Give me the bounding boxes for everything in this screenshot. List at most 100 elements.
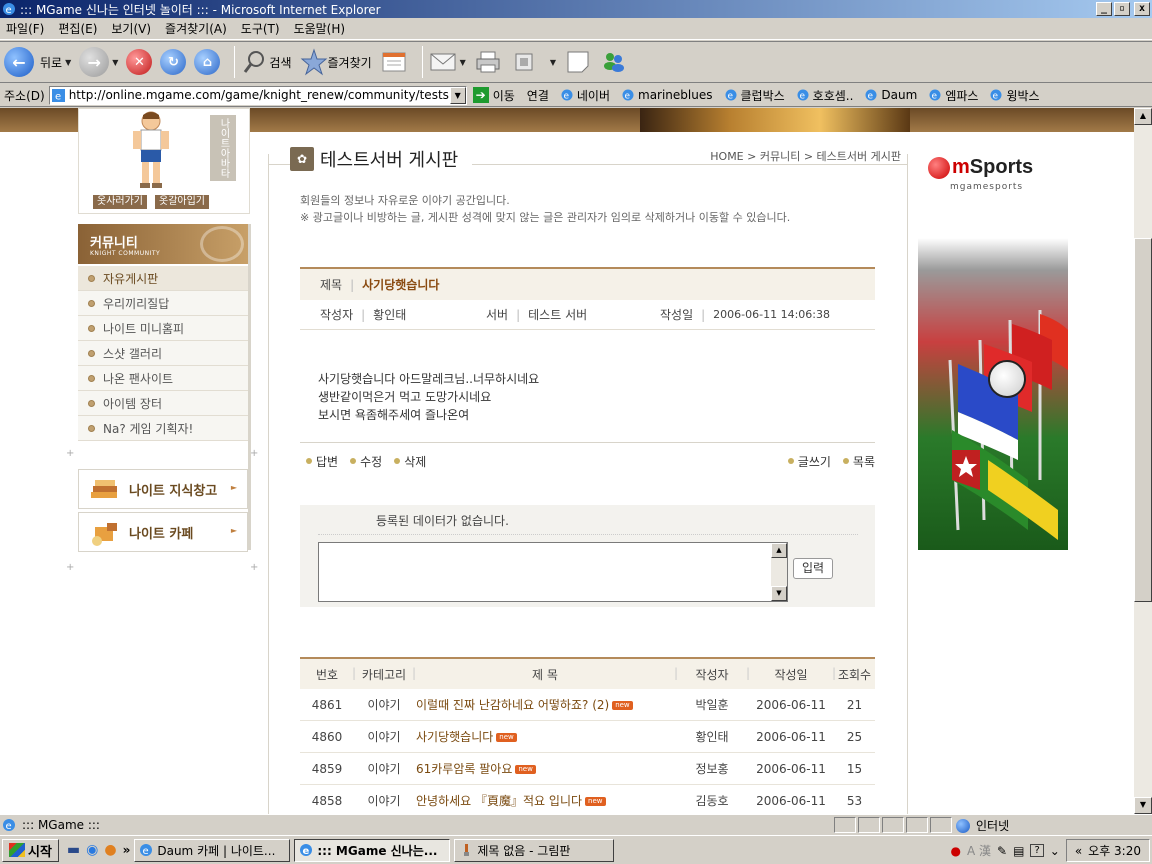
- media-quicklaunch-icon[interactable]: ●: [104, 842, 116, 858]
- options-icon[interactable]: ⌄: [1050, 844, 1060, 858]
- back-button[interactable]: ← 뒤로 ▼: [4, 47, 71, 77]
- comment-scrollbar[interactable]: ▲ ▼: [771, 543, 787, 601]
- msports-ad-banner[interactable]: mSports mgamesports: [918, 150, 1068, 550]
- keyboard-icon[interactable]: ▤: [1013, 844, 1024, 858]
- scroll-up-icon[interactable]: ▲: [771, 543, 787, 558]
- menu-edit[interactable]: 편집(E): [58, 20, 97, 37]
- reply-button[interactable]: 답변: [306, 453, 338, 470]
- link-item[interactable]: e 호호셈..: [797, 87, 853, 104]
- clock[interactable]: 오후 3:20: [1088, 842, 1141, 859]
- address-bar: 주소(D) e http://online.mgame.com/game/kni…: [0, 84, 1152, 107]
- svg-text:e: e: [6, 821, 12, 832]
- avatar-side-tab[interactable]: 나이트아바타: [210, 115, 236, 181]
- close-button[interactable]: x: [1134, 2, 1150, 16]
- stop-button[interactable]: ✕: [126, 49, 153, 75]
- taskbar-item-paint[interactable]: 제목 없음 - 그림판: [454, 838, 615, 862]
- menu-view[interactable]: 보기(V): [111, 20, 151, 37]
- author-value: 황인태: [373, 308, 407, 322]
- sidebar-item-minihome[interactable]: 나이트 미니홈피: [78, 316, 248, 341]
- change-clothes-button[interactable]: 옷갈아입기: [155, 195, 209, 209]
- scroll-up-icon[interactable]: ▲: [1134, 108, 1152, 125]
- sidebar-item-qna[interactable]: 우리끼리질답: [78, 291, 248, 316]
- write-button[interactable]: 글쓰기: [787, 453, 831, 470]
- quick-launch: ▬ ◉ ● »: [67, 842, 130, 858]
- show-desktop-icon[interactable]: ▬: [67, 842, 80, 858]
- scroll-down-icon[interactable]: ▼: [1134, 797, 1152, 814]
- buy-clothes-button[interactable]: 옷사러가기: [93, 195, 147, 209]
- link-item[interactable]: e marineblues: [622, 88, 713, 102]
- link-item[interactable]: e 윙박스: [990, 87, 1040, 104]
- link-item[interactable]: e 엠파스: [929, 87, 978, 104]
- ime-indicator[interactable]: A 漢: [967, 842, 991, 859]
- comment-textarea[interactable]: ▲ ▼: [318, 542, 788, 602]
- more-chevron-icon[interactable]: »: [123, 843, 131, 857]
- messenger-button[interactable]: [600, 49, 628, 75]
- cafe-banner[interactable]: 나이트 카페 ►: [78, 512, 248, 552]
- search-button[interactable]: 검색: [241, 49, 292, 75]
- menu-favorites[interactable]: 즐겨찾기(A): [165, 20, 227, 37]
- menu-file[interactable]: 파일(F): [6, 20, 44, 37]
- svg-text:e: e: [932, 92, 938, 102]
- expand-tray-icon[interactable]: «: [1075, 844, 1082, 858]
- link-item[interactable]: e 네이버: [561, 87, 610, 104]
- taskbar-item-daum[interactable]: e Daum 카페 | 나이트...: [134, 838, 291, 862]
- mail-button[interactable]: ▼: [429, 49, 466, 75]
- comment-submit-button[interactable]: 입력: [793, 558, 833, 579]
- edit-post-button[interactable]: 수정: [350, 453, 382, 470]
- cell-subject[interactable]: 이럴때 진짜 난감하네요 어떻하죠? (2) new: [414, 696, 676, 713]
- delete-post-button[interactable]: 삭제: [394, 453, 426, 470]
- back-dropdown-icon[interactable]: ▼: [65, 58, 71, 67]
- svg-text:e: e: [868, 92, 874, 102]
- ie-quicklaunch-icon[interactable]: ◉: [86, 842, 98, 858]
- favorites-button[interactable]: 즐겨찾기: [300, 48, 372, 76]
- forward-dropdown-icon[interactable]: ▼: [112, 58, 118, 67]
- table-row[interactable]: 4858 이야기 안녕하세요 『頁魔』적요 입니다 new 김동호 2006-06…: [300, 785, 875, 814]
- edit-dropdown-icon[interactable]: ▼: [550, 58, 556, 67]
- sidebar-item-free-board[interactable]: 자유게시판: [78, 266, 248, 291]
- start-button[interactable]: 시작: [2, 838, 59, 862]
- link-item[interactable]: e Daum: [865, 88, 917, 102]
- minimize-button[interactable]: _: [1096, 2, 1112, 16]
- mail-dropdown-icon[interactable]: ▼: [460, 58, 466, 67]
- table-row[interactable]: 4861 이야기 이럴때 진짜 난감하네요 어떻하죠? (2) new 박일훈 2…: [300, 689, 875, 721]
- refresh-button[interactable]: ↻: [160, 49, 187, 75]
- print-button[interactable]: [474, 49, 502, 75]
- maximize-button[interactable]: ▫: [1114, 2, 1130, 16]
- page-scrollbar[interactable]: ▲ ▼: [1134, 108, 1152, 814]
- sidebar-item-fansite[interactable]: 나온 팬사이트: [78, 366, 248, 391]
- home-button[interactable]: ⌂: [194, 49, 221, 75]
- plus-ornament-icon: +: [250, 448, 259, 459]
- cell-subject[interactable]: 안녕하세요 『頁魔』적요 입니다 new: [414, 792, 676, 809]
- menu-tools[interactable]: 도구(T): [241, 20, 280, 37]
- history-button[interactable]: [380, 49, 408, 75]
- page-status-icon: e: [3, 818, 15, 832]
- discuss-button[interactable]: [564, 49, 592, 75]
- table-row[interactable]: 4859 이야기 61카루암록 팔아요 new 정보홍 2006-06-11 15: [300, 753, 875, 785]
- sidebar-item-market[interactable]: 아이템 장터: [78, 391, 248, 416]
- knowledge-banner[interactable]: 나이트 지식창고 ►: [78, 469, 248, 509]
- address-dropdown-icon[interactable]: ▼: [449, 86, 466, 104]
- toolbar-separator: [421, 46, 423, 78]
- ime-tool-icon[interactable]: ✎: [997, 844, 1007, 858]
- cell-subject[interactable]: 사기당햇습니다 new: [414, 728, 676, 745]
- table-row[interactable]: 4860 이야기 사기당햇습니다 new 황인태 2006-06-11 25: [300, 721, 875, 753]
- list-header: 번호 카테고리 제 목 작성자 작성일 조회수: [300, 657, 875, 689]
- cell-subject[interactable]: 61카루암록 팔아요 new: [414, 760, 676, 777]
- scroll-thumb[interactable]: [1134, 238, 1152, 602]
- menu-help[interactable]: 도움말(H): [294, 20, 346, 37]
- forward-button[interactable]: → ▼: [79, 47, 118, 77]
- address-input[interactable]: e http://online.mgame.com/game/knight_re…: [48, 85, 467, 105]
- cell-no: 4859: [311, 761, 343, 776]
- list-button[interactable]: 목록: [842, 453, 875, 470]
- community-menu: 자유게시판 우리끼리질답 나이트 미니홈피 스샷 갤러리 나온 팬사이트 아이템…: [78, 266, 248, 441]
- sidebar-item-planner[interactable]: Na? 게임 기획자!: [78, 416, 248, 441]
- taskbar-item-mgame[interactable]: e ::: MGame 신나는...: [294, 838, 451, 862]
- scroll-down-icon[interactable]: ▼: [771, 586, 787, 601]
- language-bar-icon[interactable]: ●: [951, 844, 961, 858]
- sidebar-item-gallery[interactable]: 스샷 갤러리: [78, 341, 248, 366]
- help-icon[interactable]: ?: [1030, 844, 1044, 857]
- link-item[interactable]: e 클럽박스: [725, 87, 785, 104]
- go-button[interactable]: ➔ 이동: [472, 87, 515, 104]
- breadcrumb[interactable]: HOME > 커뮤니티 > 테스트서버 게시판: [706, 148, 901, 164]
- edit-button[interactable]: ▼: [510, 49, 556, 75]
